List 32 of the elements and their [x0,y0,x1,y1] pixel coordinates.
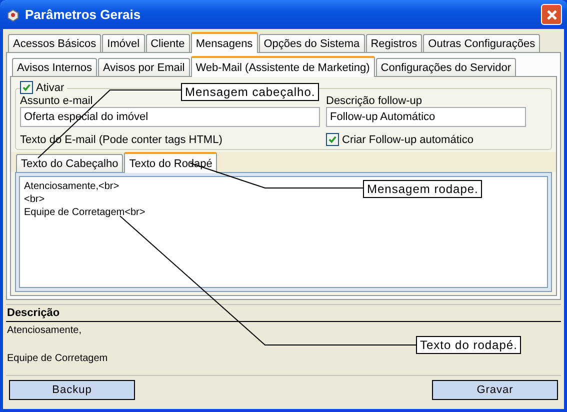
field-label: Descrição follow-up [326,95,423,107]
description-text: Atenciosamente, [7,324,82,338]
tab[interactable]: Acessos Básicos [8,34,102,52]
checkbox-label: Ativar [36,82,64,94]
tab[interactable]: Registros [366,34,422,52]
close-icon [546,8,558,20]
tab[interactable]: Texto do Cabeçalho [16,154,124,172]
tab[interactable]: Opções do Sistema [258,34,365,52]
tab[interactable]: Imóvel [102,34,145,52]
window-title: Parâmetros Gerais [25,7,142,22]
tab[interactable]: Mensagens [190,32,258,53]
tab[interactable]: Web-Mail (Assistente de Marketing) [190,56,375,77]
field-label: Assunto e-mail [20,95,94,107]
backup-button[interactable]: Backup [9,380,135,400]
tab[interactable]: Outras Configurações [423,34,540,52]
input-field[interactable]: Follow-up Automático [326,107,526,127]
checkbox[interactable] [20,81,33,94]
callout-label: Mensagem cabeçalho. [181,83,320,101]
close-button[interactable] [541,4,562,25]
checkbox[interactable] [326,133,339,146]
callout-label: Texto do rodapé. [416,336,522,354]
tab[interactable]: Cliente [146,34,190,52]
description-text: Equipe de Corretagem [7,352,108,366]
app-icon [6,8,20,22]
tab[interactable]: Texto do Rodapé [124,152,218,173]
tab[interactable]: Avisos por Email [98,58,190,76]
tab[interactable]: Avisos Internos [12,58,98,76]
checkbox-label: Criar Follow-up automático [342,134,474,146]
tab[interactable]: Configurações do Servidor [376,58,516,76]
save-button[interactable]: Gravar [432,380,558,400]
callout-label: Mensagem rodape. [363,180,482,198]
description-title: Descrição [6,305,561,322]
